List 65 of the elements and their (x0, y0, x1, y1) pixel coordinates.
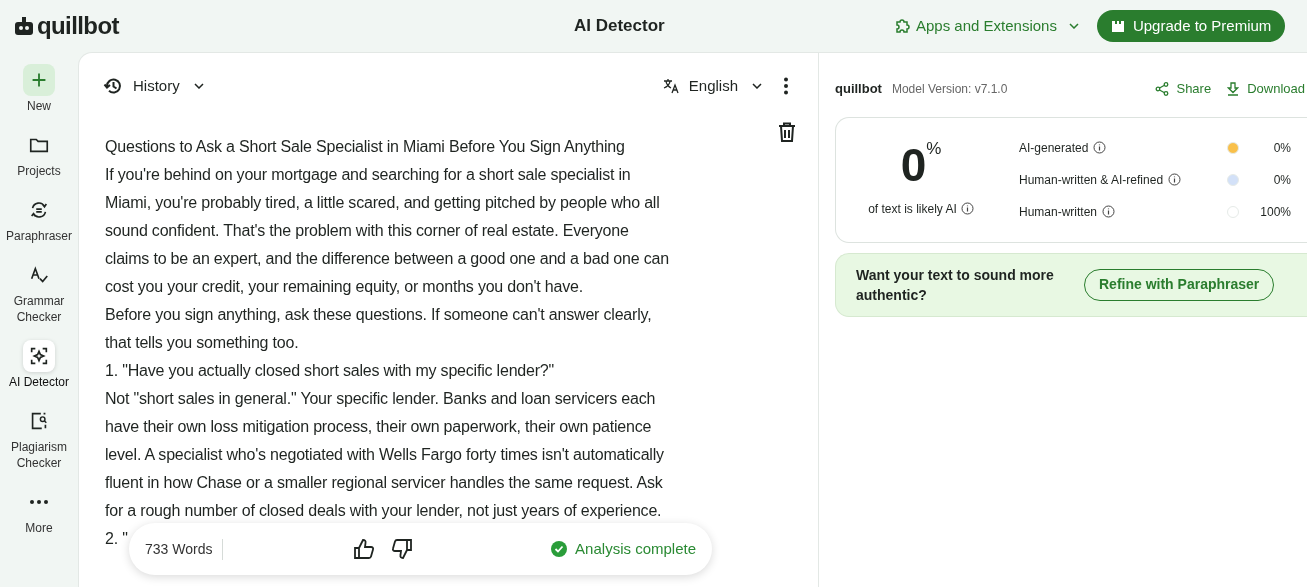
text-line: cost you your credit, your remaining equity, or months you don't have. (105, 276, 583, 297)
logo-text[interactable]: quillbot (37, 8, 119, 44)
text-line: fluent in how Chase or a smaller regional servicer handles the same request. Ask (105, 472, 663, 493)
text-line: Before you sign anything, ask these questions. If someone can't answer clearly, (105, 304, 652, 325)
info-icon[interactable] (960, 202, 974, 215)
sparkle-frame-icon (28, 345, 50, 367)
thumbs-down-icon[interactable] (391, 538, 414, 560)
category-percent: 0% (1272, 171, 1291, 189)
promo-text: Want your text to sound more authentic? (856, 265, 1055, 305)
chevron-down-icon (752, 83, 762, 90)
history-icon (103, 76, 123, 97)
analysis-status: Analysis complete (575, 538, 696, 559)
page-title: AI Detector (574, 15, 666, 38)
sidebar-item[interactable]: Projects (1, 129, 77, 179)
share-button[interactable]: Share (1155, 79, 1212, 99)
text-line: Not "short sales in general." Your specific lender. Banks and loan servicers each (105, 388, 656, 409)
sidebar-item[interactable]: AI Detector (1, 340, 77, 390)
crown-icon (1110, 19, 1125, 33)
text-line: 1. "Have you actually closed short sales with my specific lender?" (105, 360, 555, 381)
sidebar-item[interactable]: More (1, 486, 77, 536)
chevron-down-icon (193, 83, 204, 90)
upgrade-button[interactable]: Upgrade to Premium (1096, 10, 1286, 42)
category-label: Human-written (1019, 203, 1098, 221)
logo-text: quillbot (835, 80, 882, 98)
text-line: for a rough number of closed deals with your lender, not just years of experience. (105, 500, 662, 521)
paraphrase-icon (28, 199, 50, 221)
text-line: Miami, you're probably tired, a little scared, and getting pitched by people who all (105, 192, 660, 213)
text-line: level. A specialist who's negotiated with Wells Fargo forty times isn't automatically (105, 444, 664, 465)
info-icon[interactable] (1168, 173, 1182, 186)
category-label: Human-written & AI-refined (1019, 171, 1164, 189)
sidebar-item[interactable]: New (1, 64, 77, 114)
chevron-down-icon (1068, 23, 1079, 29)
category-label: AI-generated (1019, 139, 1089, 157)
translate-icon (662, 78, 679, 95)
text-line: Questions to Ask a Short Sale Specialist in Miami Before You Sign Anything (105, 136, 625, 157)
thumbs-up-icon[interactable] (353, 538, 376, 560)
sidebar-item[interactable]: Grammar Checker (1, 259, 77, 325)
score-caption: of text is likely AI (868, 200, 957, 218)
text-line: that tells you something too. (105, 332, 299, 353)
word-count: 733 Words (145, 538, 224, 560)
apps-extensions-link[interactable]: Apps and Extensions (894, 14, 1079, 38)
trash-icon[interactable] (778, 121, 796, 142)
ai-score: 0 (900, 141, 927, 188)
language-dropdown[interactable]: English (662, 75, 762, 98)
model-version: Model Version: v7.1.0 (891, 80, 1008, 98)
puzzle-icon (894, 18, 910, 34)
text-line: 2. " (105, 528, 128, 549)
more-icon (30, 500, 48, 504)
download-icon (1227, 81, 1240, 96)
check-circle-icon (551, 541, 568, 557)
sidebar-item[interactable]: Paraphraser (1, 194, 77, 244)
text-line: If you're behind on your mortgage and searching for a short sale specialist in (105, 164, 631, 185)
sidebar-item[interactable]: Plagiarism Checker (1, 405, 77, 471)
info-icon[interactable] (1102, 205, 1116, 218)
history-dropdown[interactable]: History (103, 75, 204, 98)
text-line: sound confident. That's the problem with this corner of real estate. Everyone (105, 220, 629, 241)
text-line: claims to be an expert, and the difference between a good one and a bad one can (105, 248, 669, 269)
percent-sign: % (926, 137, 942, 160)
download-button[interactable]: Download (1227, 79, 1307, 99)
logo-icon (14, 16, 34, 36)
category-percent: 100% (1259, 203, 1291, 221)
text-line: have their own loss mitigation process, their own paperwork, their own patience (105, 416, 652, 437)
category-percent: 0% (1272, 139, 1291, 157)
share-icon (1155, 81, 1170, 96)
info-icon[interactable] (1093, 141, 1107, 154)
